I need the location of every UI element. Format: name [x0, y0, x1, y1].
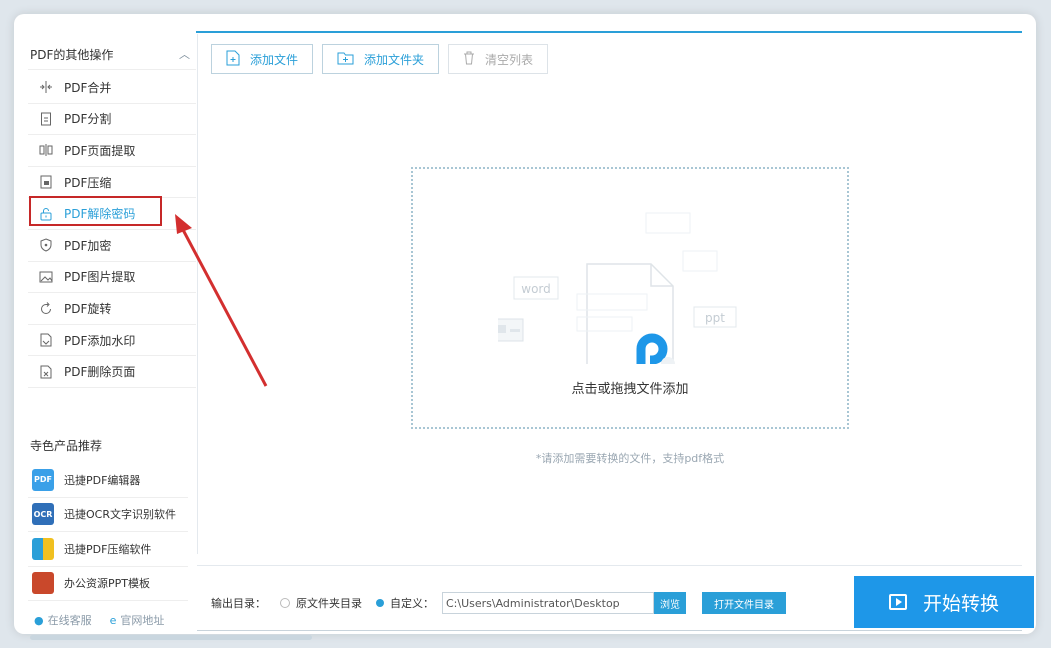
product-ppt-template[interactable]: 办公资源PPT模板 — [28, 567, 188, 601]
sidebar-item-compress[interactable]: PDF压缩 — [28, 167, 196, 199]
person-icon: ● — [34, 614, 44, 627]
sidebar-item-label: PDF分割 — [64, 112, 112, 127]
add-folder-button[interactable]: 添加文件夹 — [322, 44, 440, 74]
sidebar-item-unlock[interactable]: PDF解除密码 — [28, 196, 196, 230]
open-folder-button[interactable]: 打开文件目录 — [702, 592, 786, 614]
divider — [197, 565, 1022, 566]
rotate-icon — [38, 300, 54, 316]
sidebar-item-page-extract[interactable]: PDF页面提取 — [28, 135, 196, 167]
sidebar-item-label: PDF旋转 — [64, 301, 112, 316]
page-extract-icon — [38, 142, 54, 158]
merge-icon — [38, 79, 54, 95]
sidebar-header[interactable]: PDF的其他操作 ︿ — [28, 40, 196, 70]
file-drop-zone[interactable]: word ppt 点击或拖拽文件添加 — [411, 167, 849, 429]
format-hint: *请添加需要转换的文件，支持pdf格式 — [535, 452, 725, 465]
pdf-editor-icon: PDF — [32, 468, 54, 491]
source-folder-radio[interactable] — [280, 598, 290, 608]
file-illustration-icon: word ppt — [498, 212, 737, 364]
trash-icon — [463, 51, 475, 68]
top-accent-line — [196, 31, 1022, 33]
product-pdf-editor[interactable]: PDF 迅捷PDF编辑器 — [28, 463, 188, 498]
sidebar-item-label: PDF压缩 — [64, 175, 112, 190]
sidebar-item-label: PDF图片提取 — [64, 270, 136, 285]
products-section-title: 寺色产品推荐 — [30, 439, 103, 453]
sidebar-footer: ● 在线客服 e 官网地址 — [34, 612, 164, 628]
website-link[interactable]: e 官网地址 — [110, 612, 165, 628]
sidebar-item-encrypt[interactable]: PDF加密 — [28, 230, 196, 262]
highlight-box — [29, 196, 162, 227]
sidebar-item-watermark[interactable]: PDF添加水印 — [28, 325, 196, 357]
sidebar-item-label: PDF合并 — [64, 80, 112, 95]
ocr-icon: OCR — [32, 503, 54, 526]
sidebar-item-split[interactable]: PDF分割 — [28, 104, 196, 136]
custom-folder-label: 自定义： — [390, 597, 434, 610]
product-ocr[interactable]: OCR 迅捷OCR文字识别软件 — [28, 498, 188, 532]
custom-folder-radio[interactable] — [376, 599, 384, 607]
source-folder-label: 原文件夹目录 — [296, 597, 362, 610]
drop-instruction: 点击或拖拽文件添加 — [571, 382, 689, 397]
ppt-tag: ppt — [705, 311, 725, 325]
sidebar-item-delete-page[interactable]: PDF删除页面 — [28, 356, 196, 388]
add-file-icon — [226, 50, 240, 69]
sidebar-item-label: PDF页面提取 — [64, 143, 136, 158]
product-label: 迅捷PDF压缩软件 — [64, 542, 152, 556]
divider — [197, 630, 1022, 631]
sidebar-item-rotate[interactable]: PDF旋转 — [28, 293, 196, 325]
product-label: 迅捷PDF编辑器 — [64, 473, 141, 487]
delete-page-icon — [38, 364, 54, 380]
app-window: PDF的其他操作 ︿ PDF合并 PDF分割 PDF页面提取 PDF压缩 PDF… — [14, 14, 1036, 634]
product-list: PDF 迅捷PDF编辑器 OCR 迅捷OCR文字识别软件 迅捷PDF压缩软件 办… — [28, 463, 188, 601]
output-path-input[interactable] — [442, 592, 654, 614]
start-convert-button[interactable]: 开始转换 — [854, 576, 1034, 628]
product-label: 迅捷OCR文字识别软件 — [64, 508, 176, 522]
browser-icon: e — [109, 614, 117, 627]
sidebar-item-label: PDF添加水印 — [64, 333, 136, 348]
watermark-icon — [38, 332, 54, 348]
horizontal-scrollbar[interactable] — [30, 635, 312, 640]
split-icon — [38, 111, 54, 127]
sidebar-item-merge[interactable]: PDF合并 — [28, 72, 196, 104]
sidebar-item-label: PDF加密 — [64, 238, 112, 253]
play-icon — [888, 594, 907, 610]
chevron-up-icon[interactable]: ︿ — [179, 40, 190, 70]
shield-icon — [38, 237, 54, 253]
clear-list-button[interactable]: 清空列表 — [448, 44, 549, 74]
sidebar-menu: PDF合并 PDF分割 PDF页面提取 PDF压缩 PDF解除密码 PDF加密 … — [28, 72, 196, 388]
sidebar-header-label: PDF的其他操作 — [30, 48, 114, 62]
toolbar: 添加文件 添加文件夹 清空列表 — [211, 44, 549, 74]
compress-icon — [38, 174, 54, 190]
ppt-template-icon — [32, 572, 54, 595]
add-folder-icon — [337, 51, 354, 68]
output-bar: 输出目录： 原文件夹目录 自定义： 浏览 打开文件目录 — [211, 591, 786, 615]
browse-button[interactable]: 浏览 — [654, 592, 686, 614]
divider — [197, 34, 198, 554]
image-icon — [38, 269, 54, 285]
product-label: 办公资源PPT模板 — [64, 577, 150, 591]
online-service-link[interactable]: ● 在线客服 — [34, 612, 92, 628]
word-tag: word — [521, 282, 551, 296]
pdf-compress-icon — [32, 537, 54, 560]
output-label: 输出目录： — [211, 597, 266, 610]
main-panel: 添加文件 添加文件夹 清空列表 word ppt 点击或拖拽文件添加 *请添加需… — [197, 34, 1034, 634]
add-file-button[interactable]: 添加文件 — [211, 44, 314, 74]
sidebar-item-label: PDF删除页面 — [64, 365, 136, 380]
sidebar-item-image-extract[interactable]: PDF图片提取 — [28, 262, 196, 294]
sidebar: PDF的其他操作 ︿ PDF合并 PDF分割 PDF页面提取 PDF压缩 PDF… — [28, 34, 196, 634]
product-pdf-compress[interactable]: 迅捷PDF压缩软件 — [28, 532, 188, 567]
